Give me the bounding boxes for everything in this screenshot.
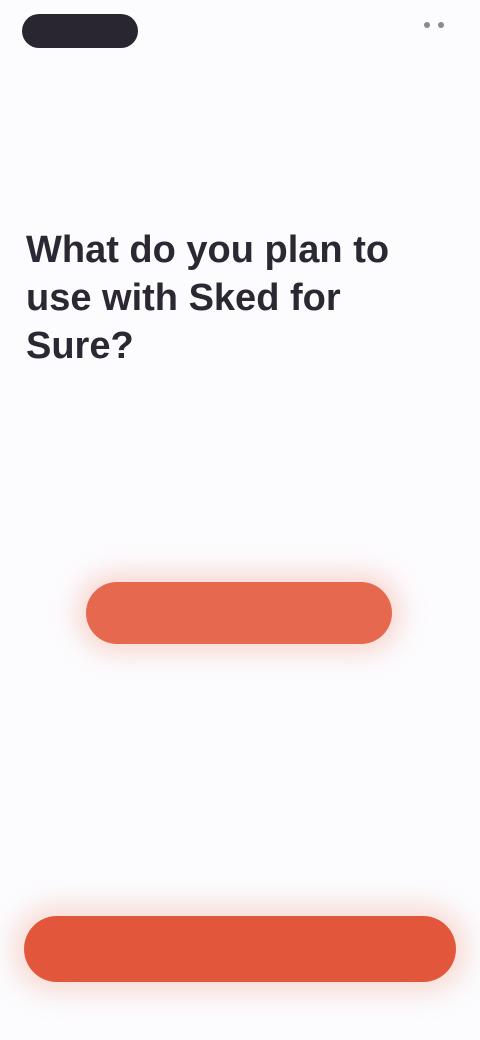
time-pill bbox=[22, 14, 138, 48]
option-5[interactable] bbox=[40, 676, 440, 720]
option-3[interactable] bbox=[40, 508, 440, 552]
status-indicators bbox=[416, 22, 444, 28]
option-2[interactable] bbox=[40, 424, 440, 468]
continue-button[interactable] bbox=[24, 916, 456, 982]
option-4-selected[interactable] bbox=[86, 582, 392, 644]
option-1[interactable] bbox=[40, 344, 440, 388]
battery-icon bbox=[438, 22, 444, 28]
signal-icon bbox=[424, 22, 430, 28]
onboarding-screen: What do you plan to use with Sked for Su… bbox=[0, 0, 480, 1040]
status-bar bbox=[0, 0, 480, 64]
